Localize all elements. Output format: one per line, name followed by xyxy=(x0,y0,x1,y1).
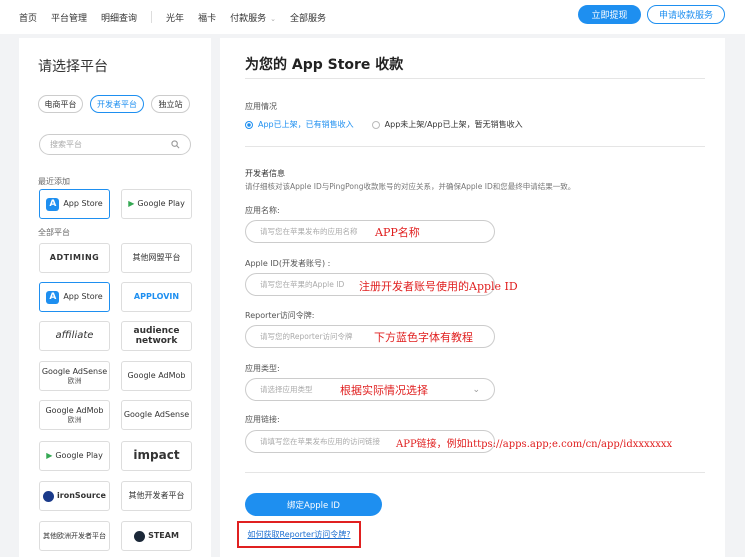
card-label: Google Play xyxy=(55,451,103,461)
platform-selector-title: 请选择平台 xyxy=(38,59,108,75)
app-store-icon: A xyxy=(46,197,60,211)
chevron-down-icon: ⌄ xyxy=(472,384,480,395)
platform-card-affiliate[interactable]: affiliate xyxy=(39,321,110,351)
apply-service-button[interactable]: 申请收款服务 xyxy=(647,5,725,24)
platform-card-google-admob[interactable]: Google AdMob xyxy=(121,361,192,391)
platform-card-app-store[interactable]: A App Store xyxy=(39,282,110,312)
reporter-token-label: Reporter访问令牌: xyxy=(245,311,315,320)
card-label: Google AdMob xyxy=(127,371,186,381)
recent-google-play-card[interactable]: ▶ Google Play xyxy=(121,189,192,219)
platform-card-ironsource[interactable]: ironSource xyxy=(39,481,110,511)
nav-divider xyxy=(151,11,153,23)
card-label: Google Play xyxy=(137,199,185,209)
radio-unlisted[interactable] xyxy=(371,120,380,129)
tab-developer[interactable]: 开发者平台 xyxy=(90,95,144,113)
nav-payment-service-label: 付款服务 xyxy=(230,13,267,24)
app-name-input[interactable]: 请写您在苹果发布的应用名称 xyxy=(245,220,495,243)
reporter-token-help-link[interactable]: 如何获取Reporter访问令牌? xyxy=(248,529,351,540)
platform-card-google-adsense-eu[interactable]: Google AdSense 欧洲 xyxy=(39,361,110,391)
platform-card-steam[interactable]: STEAM xyxy=(121,521,192,551)
card-label: Google AdSense xyxy=(123,410,190,420)
title-divider xyxy=(245,78,705,79)
google-play-icon: ▶ xyxy=(128,199,135,209)
nav-platform-manage[interactable]: 平台管理 xyxy=(51,11,87,24)
radio-unlisted-label: App未上架/App已上架，暂无销售收入 xyxy=(384,120,523,129)
platform-card-google-admob-eu[interactable]: Google AdMob 欧洲 xyxy=(39,400,110,430)
tab-independent-site[interactable]: 独立站 xyxy=(151,95,190,113)
platform-card-audience-network[interactable]: audience network xyxy=(121,321,192,351)
app-name-label: 应用名称: xyxy=(245,206,280,215)
search-icon xyxy=(171,140,180,149)
card-label: ADTIMING xyxy=(49,253,100,263)
card-label: APPLOVIN xyxy=(133,292,180,302)
card-label: App Store xyxy=(63,199,103,209)
card-label: Google AdSense xyxy=(41,367,108,377)
platform-card-google-play[interactable]: ▶ Google Play xyxy=(39,441,110,471)
dev-info-description: 请仔细核对该Apple ID与PingPong收款账号的对应关系，并确保Appl… xyxy=(245,182,576,191)
platform-card-other-eu-developer[interactable]: 其他欧洲开发者平台 xyxy=(39,521,110,551)
all-platforms-label: 全部平台 xyxy=(38,228,70,237)
page-title: 为您的 App Store 收款 xyxy=(245,57,404,73)
app-type-label: 应用类型: xyxy=(245,364,280,373)
card-sublabel: 欧洲 xyxy=(67,415,82,424)
platform-card-other-affiliate[interactable]: 其他网盟平台 xyxy=(121,243,192,273)
withdraw-button[interactable]: 立即提现 xyxy=(578,5,641,24)
app-name-placeholder: 请写您在苹果发布的应用名称 xyxy=(260,227,358,236)
section-divider xyxy=(245,146,705,147)
recent-app-store-card[interactable]: A App Store xyxy=(39,189,110,219)
nav-detail-query[interactable]: 明细查询 xyxy=(101,11,137,24)
card-label: impact xyxy=(133,448,180,463)
platform-card-other-developer[interactable]: 其他开发者平台 xyxy=(121,481,192,511)
card-sublabel: 欧洲 xyxy=(67,376,82,385)
tab-ecommerce[interactable]: 电商平台 xyxy=(38,95,83,113)
apple-id-annotation: 注册开发者账号使用的Apple ID xyxy=(359,280,518,293)
ironsource-icon xyxy=(43,490,55,502)
help-link-highlight: 如何获取Reporter访问令牌? xyxy=(237,521,361,548)
nav-fuka[interactable]: 福卡 xyxy=(198,11,216,24)
dev-info-label: 开发者信息 xyxy=(245,169,285,178)
card-label: 其他网盟平台 xyxy=(132,253,181,263)
platform-card-impact[interactable]: impact xyxy=(121,441,192,471)
app-store-icon: A xyxy=(46,290,60,304)
card-label: ironSource xyxy=(57,491,106,501)
reporter-token-annotation: 下方蓝色字体有教程 xyxy=(374,331,473,344)
radio-listed-label: App已上架，已有销售收入 xyxy=(258,120,354,129)
steam-icon xyxy=(134,530,146,542)
platform-card-google-adsense[interactable]: Google AdSense xyxy=(121,400,192,430)
app-type-annotation: 根据实际情况选择 xyxy=(340,384,428,397)
platform-selector-panel: 请选择平台 电商平台 开发者平台 独立站 搜索平台 最近添加 A App Stor… xyxy=(19,38,211,557)
nav-payment-service[interactable]: 付款服务 ⌄ xyxy=(230,11,276,24)
search-placeholder: 搜索平台 xyxy=(50,140,82,149)
nav-all-services[interactable]: 全部服务 xyxy=(290,11,326,24)
card-label: Google AdMob xyxy=(45,406,104,416)
nav-home[interactable]: 首页 xyxy=(19,11,37,24)
apple-id-label: Apple ID(开发者账号) : xyxy=(245,259,331,268)
app-store-form-panel: 为您的 App Store 收款 应用情况 App已上架，已有销售收入 App未… xyxy=(220,38,725,557)
app-status-label: 应用情况 xyxy=(245,102,277,111)
card-label: 其他开发者平台 xyxy=(128,491,185,501)
nav-guangnian[interactable]: 光年 xyxy=(166,11,184,24)
platform-card-adtiming[interactable]: ADTIMING xyxy=(39,243,110,273)
app-type-placeholder: 请选择应用类型 xyxy=(260,385,313,394)
google-play-icon: ▶ xyxy=(46,451,53,461)
reporter-token-placeholder: 请写您的Reporter访问令牌 xyxy=(260,332,353,341)
chevron-down-icon: ⌄ xyxy=(270,14,276,23)
app-link-label: 应用链接: xyxy=(245,415,280,424)
platform-search-input[interactable]: 搜索平台 xyxy=(39,134,191,155)
card-label: STEAM xyxy=(148,531,179,541)
card-label: audience network xyxy=(133,325,180,346)
app-status-radio-group: App已上架，已有销售收入 App未上架/App已上架，暂无销售收入 xyxy=(245,119,523,130)
radio-listed[interactable] xyxy=(245,120,253,129)
card-label: App Store xyxy=(63,292,103,302)
card-label: 其他欧洲开发者平台 xyxy=(43,531,106,540)
app-name-annotation: APP名称 xyxy=(375,226,420,239)
bind-apple-id-button[interactable]: 绑定Apple ID xyxy=(245,493,382,516)
app-link-placeholder: 请填写您在苹果发布应用的访问链接 xyxy=(260,437,380,446)
apple-id-placeholder: 请写您在苹果的Apple ID xyxy=(260,280,345,289)
form-divider xyxy=(245,472,705,473)
platform-card-applovin[interactable]: APPLOVIN xyxy=(121,282,192,312)
recent-label: 最近添加 xyxy=(38,177,70,186)
app-link-annotation: APP链接，例如https://apps.app;e.com/cn/app/id… xyxy=(396,439,673,450)
card-label: affiliate xyxy=(55,330,94,342)
